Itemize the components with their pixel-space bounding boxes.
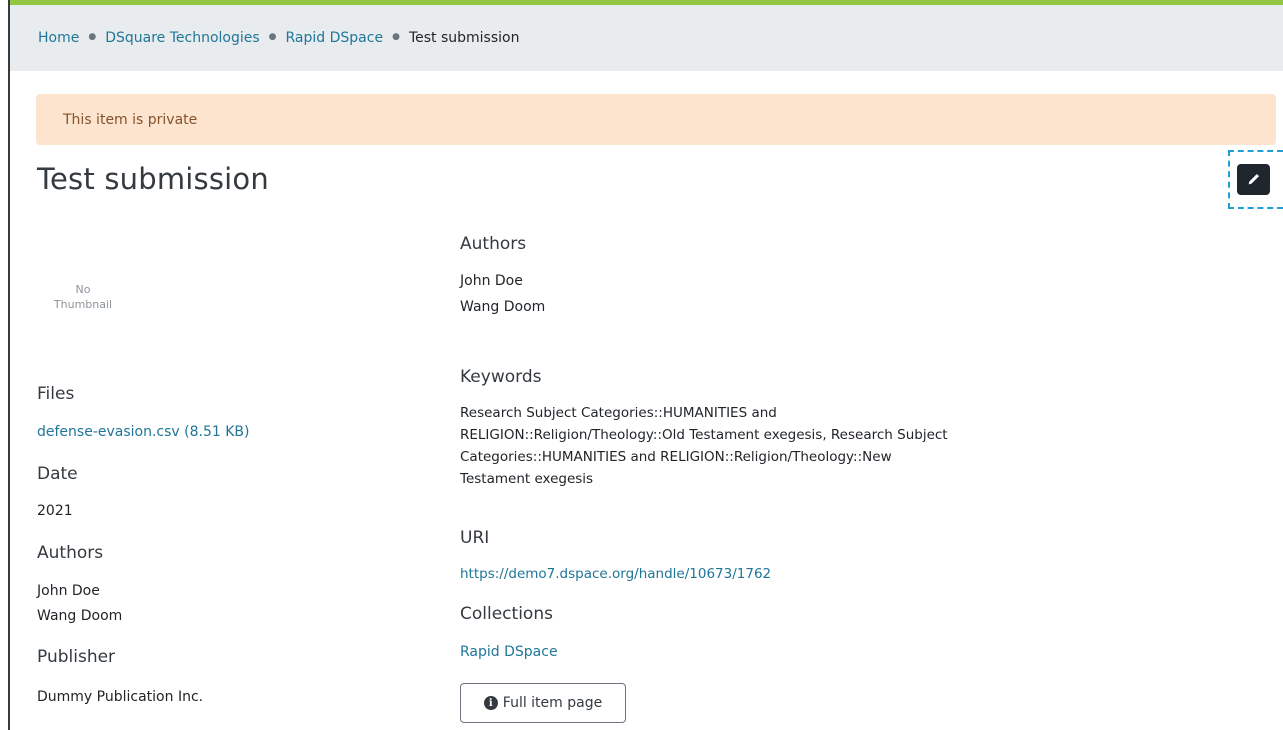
breadcrumb-collection[interactable]: Rapid DSpace	[286, 30, 384, 46]
breadcrumb: Home ● DSquare Technologies ● Rapid DSpa…	[10, 5, 1283, 71]
collection-link[interactable]: Rapid DSpace	[460, 641, 558, 663]
breadcrumb-current: Test submission	[408, 30, 520, 46]
authors-heading-right: Authors	[460, 234, 527, 254]
breadcrumb-separator: ●	[88, 32, 97, 42]
breadcrumb-separator: ●	[392, 32, 400, 42]
keywords-line: Testament exegesis	[460, 471, 594, 487]
files-heading: Files	[37, 384, 75, 404]
uri-heading: URI	[460, 528, 490, 548]
authors-heading-left: Authors	[37, 543, 104, 563]
file-download-link[interactable]: defense-evasion.csv (8.51 KB)	[37, 421, 249, 443]
uri-link[interactable]: https://demo7.dspace.org/handle/10673/17…	[460, 563, 771, 585]
info-icon: i	[483, 696, 498, 710]
keywords-line: RELIGION::Religion/Theology::Old Testame…	[460, 427, 948, 443]
author-right-2: Wang Doom	[460, 299, 546, 315]
keywords-heading: Keywords	[460, 367, 542, 387]
page-title: Test submission	[37, 162, 269, 196]
author-right-1: John Doe	[460, 273, 523, 289]
thumbnail-line-1: No	[75, 283, 91, 296]
date-value: 2021	[37, 503, 73, 519]
publisher-value: Dummy Publication Inc.	[37, 689, 204, 705]
keywords-value: Research Subject Categories::HUMANITIES …	[460, 402, 1080, 490]
author-left-2: Wang Doom	[37, 608, 123, 624]
publisher-heading: Publisher	[37, 647, 116, 667]
pencil-icon	[1248, 173, 1260, 185]
breadcrumb-separator: ●	[268, 32, 277, 42]
thumbnail-line-2: Thumbnail	[53, 298, 113, 311]
author-left-1: John Doe	[37, 583, 100, 599]
breadcrumb-home[interactable]: Home	[38, 30, 79, 46]
no-thumbnail-placeholder: No Thumbnail	[48, 282, 118, 312]
collections-heading: Collections	[460, 604, 553, 624]
breadcrumb-community[interactable]: DSquare Technologies	[105, 30, 259, 46]
keywords-line: Research Subject Categories::HUMANITIES …	[460, 405, 777, 421]
private-item-alert: This item is private	[36, 94, 1276, 145]
edit-item-button[interactable]	[1237, 164, 1270, 195]
date-heading: Date	[37, 464, 78, 484]
full-item-page-label: Full item page	[502, 695, 603, 711]
full-item-page-button[interactable]: i Full item page	[460, 683, 626, 723]
alert-text: This item is private	[63, 111, 198, 128]
keywords-line: Categories::HUMANITIES and RELIGION::Rel…	[460, 449, 892, 465]
